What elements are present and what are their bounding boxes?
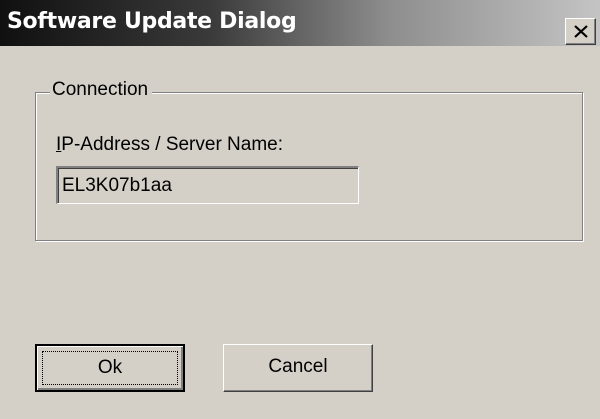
close-icon [574, 25, 588, 38]
ip-address-input[interactable] [56, 166, 359, 204]
ok-button[interactable]: Ok [35, 344, 185, 392]
window-title: Software Update Dialog [7, 9, 297, 34]
ok-button-label: Ok [97, 357, 123, 378]
connection-group-legend: Connection [50, 78, 153, 102]
ip-address-label-text: P-Address / Server Name: [61, 134, 284, 155]
software-update-dialog: Software Update Dialog Connection IP-Add… [0, 0, 600, 419]
ip-address-label: IP-Address / Server Name: [56, 133, 283, 157]
cancel-button-label: Cancel [268, 356, 328, 377]
cancel-button[interactable]: Cancel [223, 344, 373, 392]
title-bar[interactable]: Software Update Dialog [0, 0, 600, 46]
close-button[interactable] [565, 18, 596, 45]
